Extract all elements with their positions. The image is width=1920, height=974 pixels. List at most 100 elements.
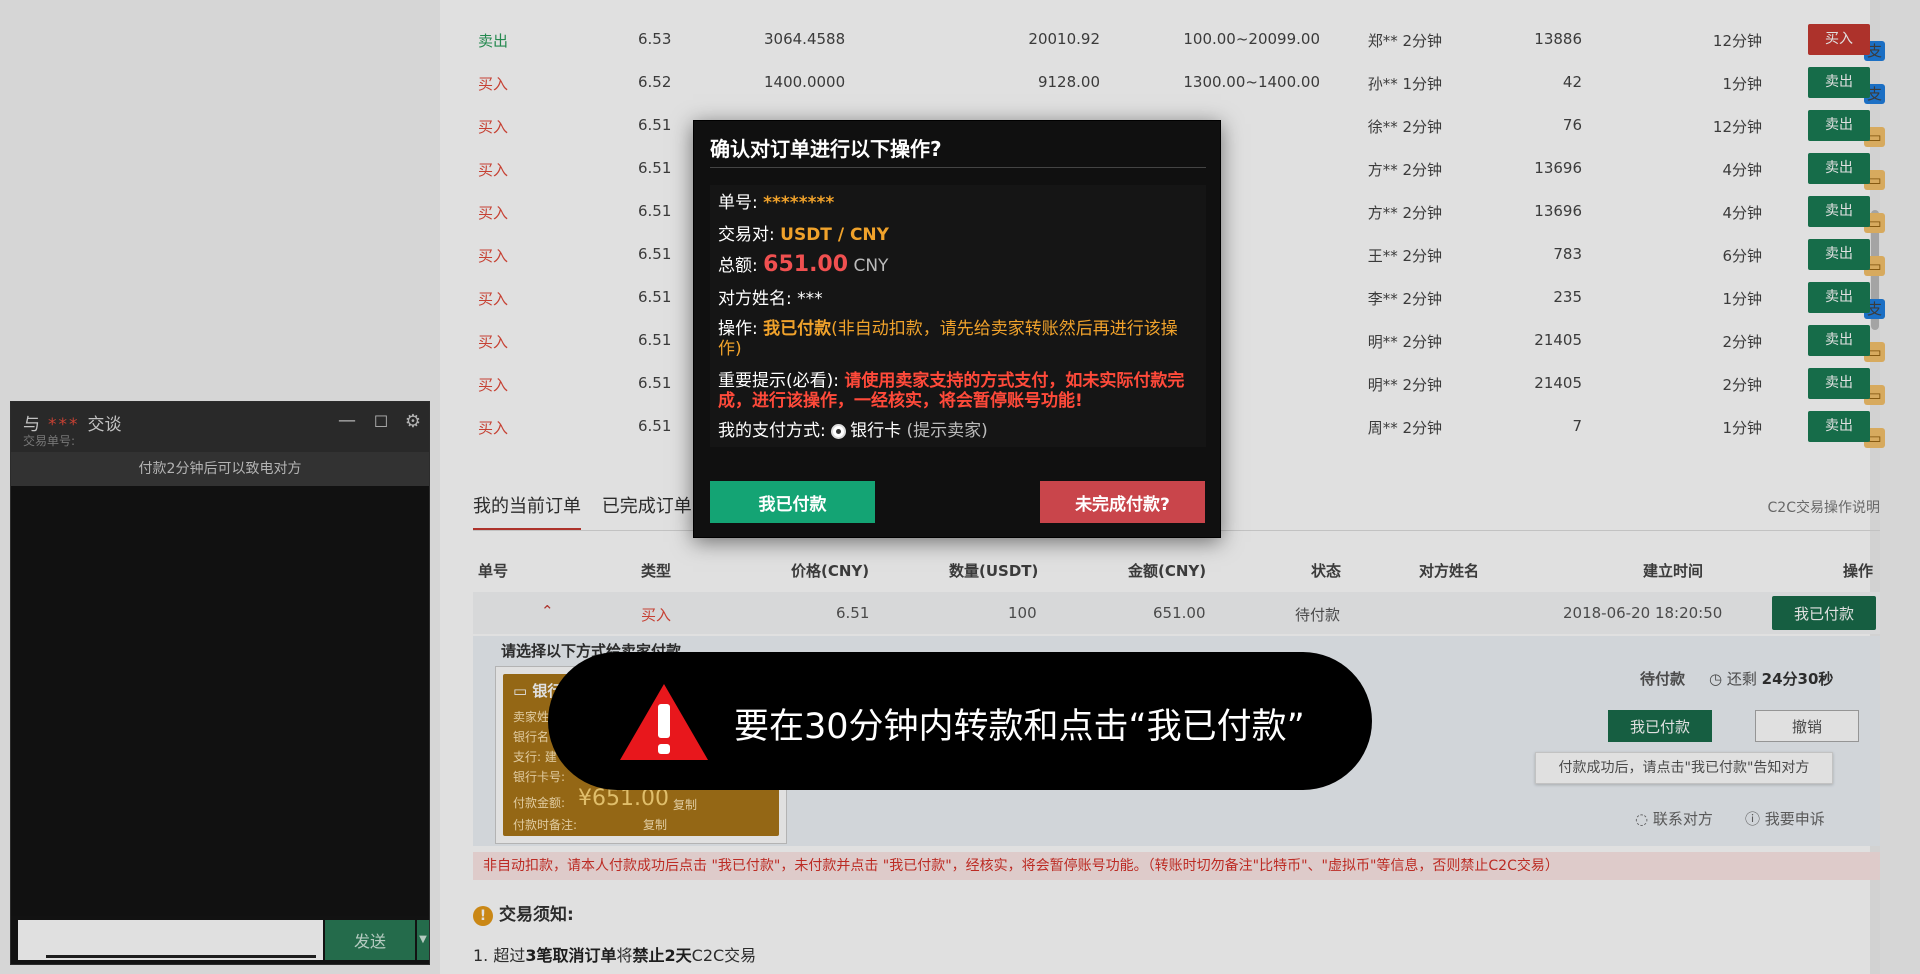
- ad-total: 9128.00: [1037, 73, 1100, 91]
- trade-action-button[interactable]: 卖出: [1808, 325, 1870, 356]
- ad-merchant: 徐** 2分钟: [1367, 118, 1442, 136]
- bank-card-radio[interactable]: [831, 423, 847, 439]
- cancel-order-button[interactable]: 撤销: [1755, 710, 1859, 742]
- ad-type: 买入: [478, 247, 509, 265]
- bank-line-branch: 支行: 建: [513, 750, 557, 764]
- pair-label: 交易对:: [718, 225, 775, 245]
- list-item: 卖出 6.53 3064.4588 20010.92 100.00~20099.00 郑*…: [440, 18, 1885, 61]
- copy-amount-button[interactable]: 复制: [673, 796, 697, 813]
- tab-completed-orders[interactable]: 已完成订单: [602, 492, 692, 528]
- ad-merchant: 郑** 2分钟: [1367, 32, 1442, 50]
- notice-1-b2: 禁止2天: [632, 946, 692, 965]
- trade-action-button[interactable]: 卖出: [1808, 411, 1870, 442]
- minimize-icon[interactable]: —: [337, 412, 357, 432]
- maximize-icon[interactable]: ☐: [371, 412, 391, 432]
- pair-value: USDT / CNY: [780, 225, 889, 245]
- bank-line-name: 卖家姓: [513, 710, 550, 724]
- ad-trade-count: 21405: [1534, 374, 1582, 392]
- confirm-paid-button[interactable]: 我已付款: [710, 481, 875, 523]
- ad-price: 6.51: [638, 417, 672, 435]
- chat-messages: [11, 486, 429, 916]
- toast: 要在30分钟内转款和点击“我已付款”: [548, 652, 1372, 790]
- modal-title: 确认对订单进行以下操作?: [710, 137, 942, 161]
- ad-release-time: 2分钟: [1722, 376, 1762, 394]
- trade-action-button[interactable]: 卖出: [1808, 239, 1870, 270]
- ad-price: 6.52: [638, 73, 672, 91]
- modal-operation: 操作: 我已付款(非自动扣款，请先给卖家转账然后再进行该操作): [718, 319, 1198, 359]
- ad-trade-count: 13696: [1534, 202, 1582, 220]
- chat-notice: 付款2分钟后可以致电对方: [11, 452, 429, 486]
- warning-triangle-icon: [620, 684, 708, 760]
- chat-input-underline: [46, 955, 316, 958]
- ad-release-time: 6分钟: [1722, 247, 1762, 265]
- paid-tooltip: 付款成功后，请点击"我已付款"告知对方: [1535, 752, 1833, 784]
- trade-action-button[interactable]: 卖出: [1808, 110, 1870, 141]
- trade-action-button[interactable]: 卖出: [1808, 67, 1870, 98]
- ad-price: 6.53: [638, 30, 672, 48]
- notice-title-text: 交易须知:: [499, 905, 574, 925]
- trade-action-button[interactable]: 卖出: [1808, 368, 1870, 399]
- row-paid-button[interactable]: 我已付款: [1772, 596, 1876, 630]
- modal-pay-method: 我的支付方式: 银行卡 (提示卖家): [718, 421, 1198, 441]
- total-value: 651.00: [763, 252, 849, 277]
- ad-merchant: 明** 2分钟: [1367, 376, 1442, 394]
- countdown-prefix: 还剩: [1726, 670, 1757, 688]
- orders-table-header: 单号 类型 价格(CNY) 数量(USDT) 金额(CNY) 状态 对方姓名 建…: [473, 560, 1880, 584]
- tab-current-orders[interactable]: 我的当前订单: [473, 492, 581, 531]
- right-gutter: [1880, 0, 1920, 974]
- ad-merchant: 孙** 1分钟: [1367, 75, 1442, 93]
- chat-header: 与 *** 交谈 交易单号: — ☐ ⚙ 付款2分钟后可以致电对方: [11, 402, 429, 486]
- copy-note-button[interactable]: 复制: [643, 816, 667, 833]
- header-type: 类型: [641, 562, 672, 580]
- send-button[interactable]: 发送: [325, 920, 415, 960]
- chat-window: 与 *** 交谈 交易单号: — ☐ ⚙ 付款2分钟后可以致电对方 发送 ▼: [10, 401, 430, 965]
- chat-order-no: 交易单号:: [23, 434, 76, 448]
- ad-release-time: 12分钟: [1712, 118, 1762, 136]
- table-row[interactable]: ⌃ 买入 6.51 100 651.00 待付款 2018-06-20 18:2…: [473, 592, 1880, 634]
- order-qty: 100: [1008, 604, 1037, 622]
- ad-merchant: 明** 2分钟: [1367, 333, 1442, 351]
- ad-type: 买入: [478, 75, 509, 93]
- name-value: ***: [797, 289, 823, 309]
- c2c-help-link[interactable]: C2C交易操作说明: [1700, 497, 1880, 517]
- notice-item-1: 1. 超过3笔取消订单将禁止2天C2C交易: [473, 942, 756, 966]
- not-paid-button[interactable]: 未完成付款?: [1040, 481, 1205, 523]
- side-paid-button[interactable]: 我已付款: [1608, 710, 1712, 742]
- ad-type: 买入: [478, 376, 509, 394]
- appeal-link[interactable]: ⓘ 我要申诉: [1745, 808, 1825, 829]
- ad-trade-count: 76: [1562, 116, 1582, 134]
- send-options-chevron-icon[interactable]: ▼: [417, 920, 429, 960]
- op-label: 操作:: [718, 319, 758, 339]
- header-status: 状态: [1311, 562, 1342, 580]
- chat-bubble-icon: ◌: [1635, 810, 1653, 828]
- countdown-value: 24分30秒: [1761, 670, 1834, 688]
- order-tabs: 我的当前订单 已完成订单: [473, 492, 708, 532]
- confirm-modal: 确认对订单进行以下操作? 单号: ******** 交易对: USDT / CN…: [693, 120, 1221, 538]
- contact-label: 联系对方: [1652, 810, 1713, 828]
- trade-action-button[interactable]: 卖出: [1808, 196, 1870, 227]
- list-item: 买入 6.52 1400.0000 9128.00 1300.00~1400.00 孙**…: [440, 61, 1885, 104]
- chat-input[interactable]: [18, 920, 323, 960]
- contact-counterparty-link[interactable]: ◌ 联系对方: [1635, 808, 1713, 829]
- name-label: 对方姓名:: [718, 289, 792, 309]
- header-amount: 金额(CNY): [1128, 562, 1207, 580]
- notice-1-post: C2C交易: [691, 946, 757, 965]
- ad-price: 6.51: [638, 374, 672, 392]
- modal-info: 单号: ******** 交易对: USDT / CNY 总额: 651.00 …: [710, 185, 1206, 447]
- notice-1-pre: 1. 超过: [473, 946, 526, 965]
- ad-price: 6.51: [638, 202, 672, 220]
- ad-price: 6.51: [638, 159, 672, 177]
- ad-release-time: 4分钟: [1722, 204, 1762, 222]
- bank-amount-label: 付款金额:: [513, 796, 566, 810]
- important-label: 重要提示(必看):: [718, 371, 839, 391]
- gear-icon[interactable]: ⚙: [403, 412, 423, 432]
- expand-chevron-icon[interactable]: ⌃: [541, 602, 554, 620]
- chat-title-post: 交谈: [87, 415, 122, 435]
- trade-action-button[interactable]: 卖出: [1808, 153, 1870, 184]
- trade-action-button[interactable]: 买入: [1808, 24, 1870, 55]
- notice-title: ! 交易须知:: [473, 900, 574, 926]
- trade-action-button[interactable]: 卖出: [1808, 282, 1870, 313]
- ad-merchant: 方** 2分钟: [1367, 161, 1442, 179]
- notice-1-mid: 将: [616, 946, 633, 965]
- ad-price: 6.51: [638, 116, 672, 134]
